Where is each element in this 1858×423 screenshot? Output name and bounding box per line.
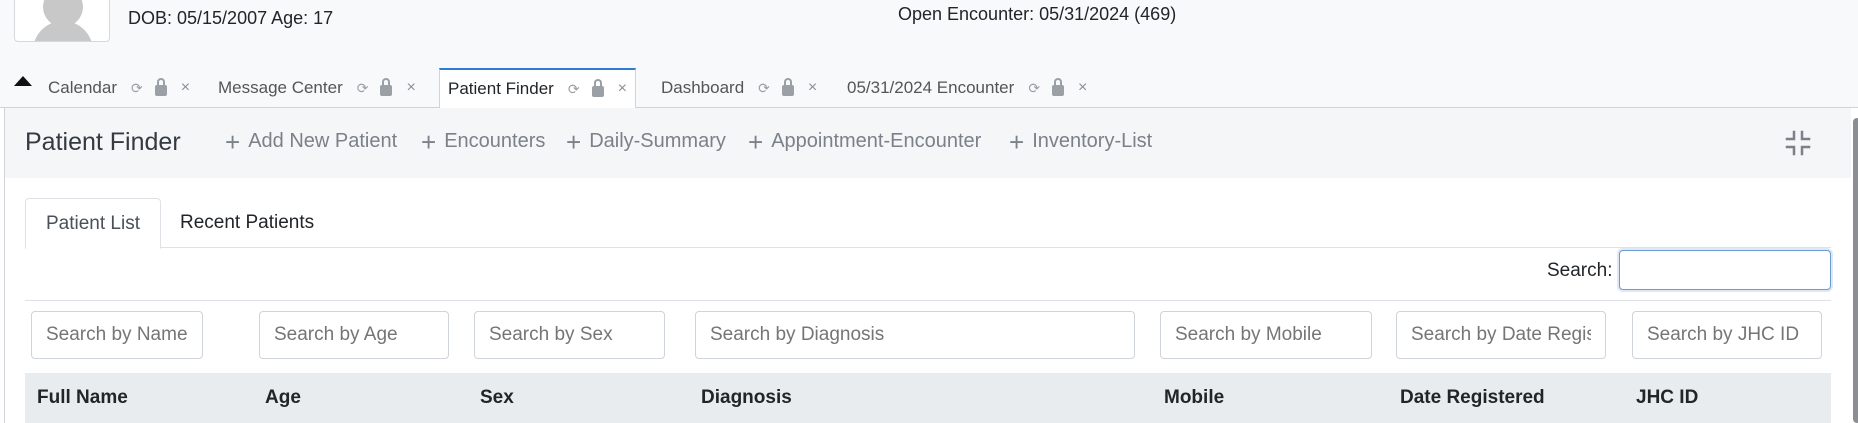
search-by-mobile-input[interactable] (1160, 311, 1372, 359)
close-icon[interactable]: × (618, 80, 627, 98)
plus-icon: + (225, 126, 241, 157)
compress-icon[interactable] (1785, 130, 1811, 156)
column-header-diagnosis[interactable]: Diagnosis (701, 387, 792, 409)
encounters-button[interactable]: + Encounters (421, 126, 546, 157)
avatar[interactable] (14, 0, 110, 42)
refresh-icon[interactable]: ⟳ (131, 80, 143, 97)
search-by-diagnosis-input[interactable] (695, 311, 1135, 359)
search-by-date-registered-input[interactable] (1396, 311, 1606, 359)
refresh-icon[interactable]: ⟳ (357, 80, 369, 97)
lock-icon[interactable] (781, 77, 794, 96)
search-by-name-input[interactable] (31, 311, 203, 359)
page-title: Patient Finder (25, 128, 181, 156)
close-icon[interactable]: × (406, 79, 415, 97)
search-label: Search: (1547, 260, 1613, 281)
button-label: Inventory-List (1032, 130, 1153, 152)
patient-dob: DOB: 05/15/2007 Age: 17 (128, 8, 334, 28)
button-label: Encounters (444, 130, 546, 152)
refresh-icon[interactable]: ⟳ (758, 80, 770, 97)
daily-summary-button[interactable]: + Daily-Summary (566, 126, 726, 157)
search-by-jhc-id-input[interactable] (1632, 311, 1822, 359)
search-by-age-input[interactable] (259, 311, 449, 359)
vertical-scrollbar[interactable] (1853, 118, 1858, 423)
refresh-icon[interactable]: ⟳ (1028, 80, 1040, 97)
tab-label: Calendar (48, 78, 117, 97)
lock-icon[interactable] (591, 78, 604, 97)
main-panel: Patient Finder + Add New Patient + Encou… (4, 108, 1858, 423)
search-by-sex-input[interactable] (474, 311, 665, 359)
column-header-jhc-id[interactable]: JHC ID (1636, 387, 1698, 409)
open-encounter-link[interactable]: Open Encounter: 05/31/2024 (469) (898, 4, 1176, 25)
subtab-bar: Patient List Recent Patients (25, 198, 1831, 249)
lock-icon[interactable] (154, 77, 167, 96)
tab-dashboard[interactable]: Dashboard ⟳ × (653, 68, 825, 108)
tab-calendar[interactable]: Calendar ⟳ × (40, 68, 198, 108)
avatar-body (33, 21, 93, 41)
plus-icon: + (1009, 126, 1025, 157)
plus-icon: + (421, 126, 437, 157)
divider (25, 300, 1831, 301)
table-header: Full Name Age Sex Diagnosis Mobile Date … (25, 373, 1831, 423)
column-header-age[interactable]: Age (265, 387, 301, 409)
button-label: Add New Patient (248, 130, 398, 152)
tab-recent-patients[interactable]: Recent Patients (160, 198, 334, 248)
tab-label: Message Center (218, 78, 343, 97)
column-header-date-registered[interactable]: Date Registered (1400, 387, 1545, 409)
button-label: Daily-Summary (589, 130, 726, 152)
tab-label: Patient Finder (448, 79, 554, 98)
lock-icon[interactable] (380, 77, 393, 96)
lock-icon[interactable] (1052, 77, 1065, 96)
close-icon[interactable]: × (808, 79, 817, 97)
tab-patient-list[interactable]: Patient List (25, 198, 161, 249)
tab-label: Dashboard (661, 78, 745, 97)
column-header-sex[interactable]: Sex (480, 387, 514, 409)
close-icon[interactable]: × (1078, 79, 1087, 97)
search-input[interactable] (1619, 250, 1831, 290)
inventory-list-button[interactable]: + Inventory-List (1009, 126, 1153, 157)
appointment-encounter-button[interactable]: + Appointment-Encounter (748, 126, 982, 157)
column-header-mobile[interactable]: Mobile (1164, 387, 1224, 409)
button-label: Appointment-Encounter (771, 130, 982, 152)
tab-encounter[interactable]: 05/31/2024 Encounter ⟳ × (839, 68, 1095, 108)
page-toolbar: Patient Finder + Add New Patient + Encou… (5, 108, 1851, 178)
close-icon[interactable]: × (181, 79, 190, 97)
tab-label: 05/31/2024 Encounter (847, 78, 1015, 97)
refresh-icon[interactable]: ⟳ (568, 81, 580, 98)
tab-bar: Calendar ⟳ × Message Center ⟳ × Patient … (0, 68, 1858, 109)
plus-icon: + (748, 126, 764, 157)
tab-patient-finder[interactable]: Patient Finder ⟳ × (439, 68, 636, 109)
column-header-full-name[interactable]: Full Name (37, 387, 128, 409)
tab-message-center[interactable]: Message Center ⟳ × (210, 68, 424, 108)
plus-icon: + (566, 126, 582, 157)
patient-header: DOB: 05/15/2007 Age: 17 Open Encounter: … (0, 0, 1858, 68)
collapse-header-icon[interactable] (14, 76, 32, 86)
add-new-patient-button[interactable]: + Add New Patient (225, 126, 398, 157)
